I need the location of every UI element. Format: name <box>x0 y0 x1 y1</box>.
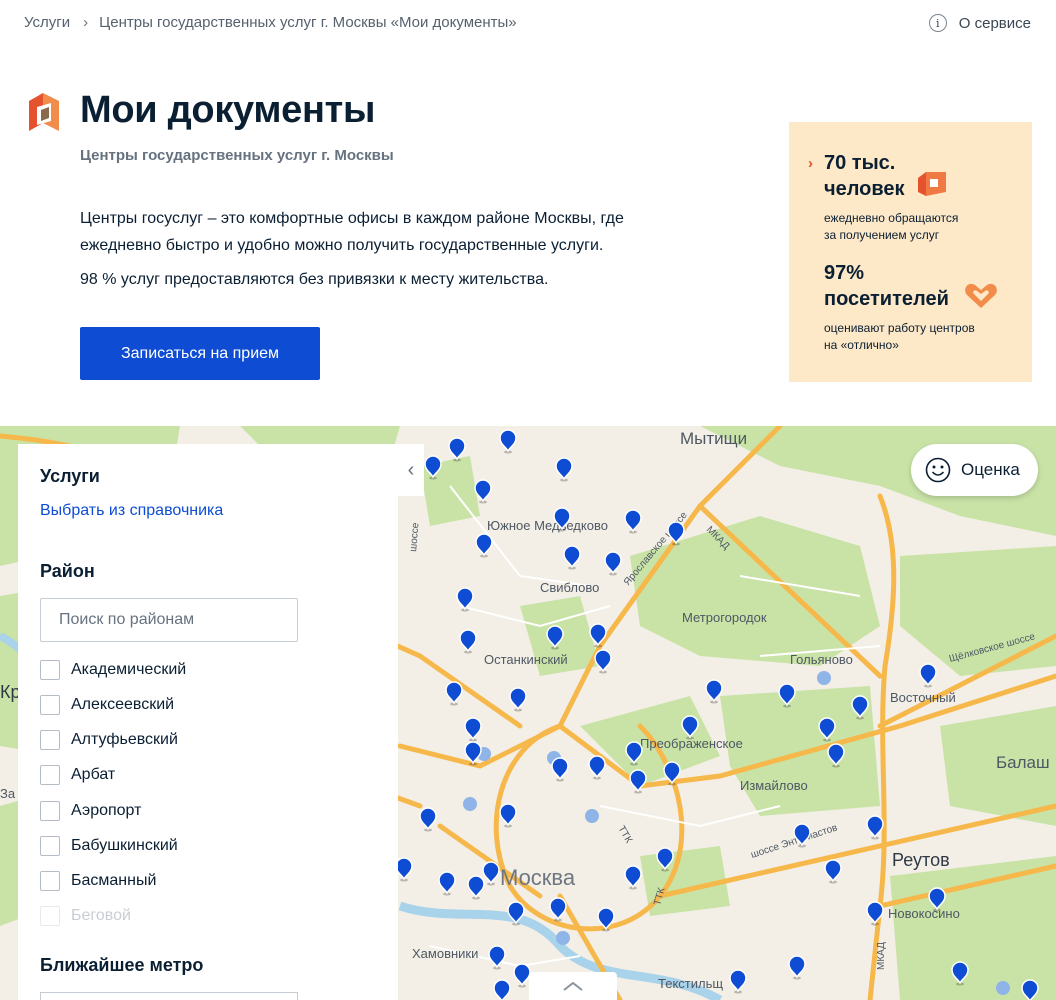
page-subtitle: Центры государственных услуг г. Москвы <box>80 147 394 164</box>
stat-visitors-value: 70 тыс. <box>824 152 896 174</box>
map-label-metrogorodok: Метрогородок <box>682 610 767 625</box>
stat-rating-value: 97% <box>824 262 865 284</box>
breadcrumb-current: Центры государственных услуг г. Москвы «… <box>99 14 517 31</box>
map-label-vostochny: Восточный <box>890 690 956 705</box>
stat-rating-caption-2: на «отлично» <box>824 338 899 352</box>
expand-map-button[interactable] <box>529 972 617 1000</box>
service-note: 98 % услуг предоставляются без привязки … <box>80 271 549 288</box>
stats-card: › 70 тыс. человек ежедневно обращаются з… <box>789 122 1032 382</box>
district-label: Аэропорт <box>71 802 142 819</box>
map-label-mkad: МКАД <box>876 942 887 970</box>
stat-rating-caption-1: оценивают работу центров <box>824 321 975 335</box>
map-label-ostankinsky: Останкинский <box>484 652 568 667</box>
breadcrumb-services-link[interactable]: Услуги <box>24 14 70 31</box>
map-label-balash: Балаш <box>996 753 1050 772</box>
about-service-link[interactable]: i О сервисе <box>928 14 1031 32</box>
stat-rating-unit: посетителей <box>824 288 949 310</box>
checkbox[interactable] <box>40 695 60 715</box>
checkbox[interactable] <box>40 730 60 750</box>
metro-search-input[interactable] <box>40 992 298 1000</box>
district-label: Академический <box>71 661 187 678</box>
map-label-khamovniki: Хамовники <box>412 946 478 961</box>
chevron-up-icon <box>563 981 583 991</box>
checkbox[interactable] <box>40 906 60 926</box>
district-heading: Район <box>40 561 95 581</box>
rating-label: Оценка <box>961 460 1020 479</box>
chevron-right-icon: › <box>808 155 813 172</box>
district-checkbox-item[interactable]: Арбат <box>40 765 115 785</box>
map-label-reutov: Реутов <box>892 850 950 870</box>
map-label-yuzhnoe-medvedkovo: Южное Медведково <box>487 518 608 533</box>
stat-visitors-caption-1: ежедневно обращаются <box>824 211 959 225</box>
district-label: Беговой <box>71 907 131 924</box>
stat-visitors-unit: человек <box>824 178 905 200</box>
map-label-novokosino: Новокосино <box>888 906 960 921</box>
district-checkbox-item[interactable]: Беговой <box>40 906 131 926</box>
info-icon: i <box>928 14 947 32</box>
district-label: Алексеевский <box>71 696 175 713</box>
chevron-right-icon: › <box>83 14 89 31</box>
district-checkbox-item[interactable]: Аэропорт <box>40 801 141 821</box>
stat-visitors-caption-2: за получением услуг <box>824 228 940 242</box>
district-checkbox-item[interactable]: Бабушкинский <box>40 836 178 856</box>
checkbox[interactable] <box>40 871 60 891</box>
collapse-panel-button[interactable]: ‹ <box>398 444 424 496</box>
office-icon <box>918 172 946 196</box>
rating-button[interactable]: Оценка <box>911 444 1038 496</box>
transport-icon <box>996 981 1010 995</box>
checkbox[interactable] <box>40 836 60 856</box>
checkbox[interactable] <box>40 765 60 785</box>
district-label: Бабушкинский <box>71 837 178 854</box>
district-label: Басманный <box>71 872 157 889</box>
about-service-label: О сервисе <box>958 14 1031 32</box>
map-label-za: За <box>0 786 16 801</box>
transport-icon <box>556 931 570 945</box>
district-checkbox-item[interactable]: Академический <box>40 660 186 680</box>
page-title: Мои документы <box>80 89 376 131</box>
nearest-metro-heading: Ближайшее метро <box>40 955 204 975</box>
transport-icon <box>585 809 599 823</box>
district-checkbox-item[interactable]: Алтуфьевский <box>40 730 178 750</box>
map-label-moskva: Москва <box>500 865 576 890</box>
checkbox[interactable] <box>40 801 60 821</box>
district-label: Алтуфьевский <box>71 731 178 748</box>
filter-panel: Услуги Выбрать из справочника Район Поис… <box>18 444 398 1000</box>
map-label-izmaylovo: Измайлово <box>740 778 808 793</box>
district-label: Арбат <box>71 766 116 783</box>
breadcrumb: Услуги › Центры государственных услуг г.… <box>24 14 517 31</box>
smile-icon <box>925 457 951 483</box>
my-documents-logo-icon <box>29 93 59 131</box>
service-description: Центры госуслуг – это комфортные офисы в… <box>80 210 624 254</box>
heart-icon <box>965 283 997 308</box>
transport-icon <box>817 671 831 685</box>
book-appointment-button[interactable]: Записаться на прием <box>80 327 320 380</box>
services-heading: Услуги <box>40 466 100 486</box>
map-label-sviblovo: Свиблово <box>540 580 599 595</box>
chevron-left-icon: ‹ <box>407 458 415 481</box>
map-label-golyanovo: Гольяново <box>790 652 853 667</box>
checkbox[interactable] <box>40 660 60 680</box>
district-checkbox-item[interactable]: Алексеевский <box>40 695 174 715</box>
choose-from-directory-link[interactable]: Выбрать из справочника <box>40 502 223 520</box>
district-checkbox-item[interactable]: Басманный <box>40 871 156 891</box>
district-search-input[interactable]: Поиск по районам <box>40 598 298 642</box>
map-label-tekstilshchiki: Текстильщ <box>658 976 723 991</box>
transport-icon <box>463 797 477 811</box>
map-label-mytishchi: Мытищи <box>680 429 747 448</box>
